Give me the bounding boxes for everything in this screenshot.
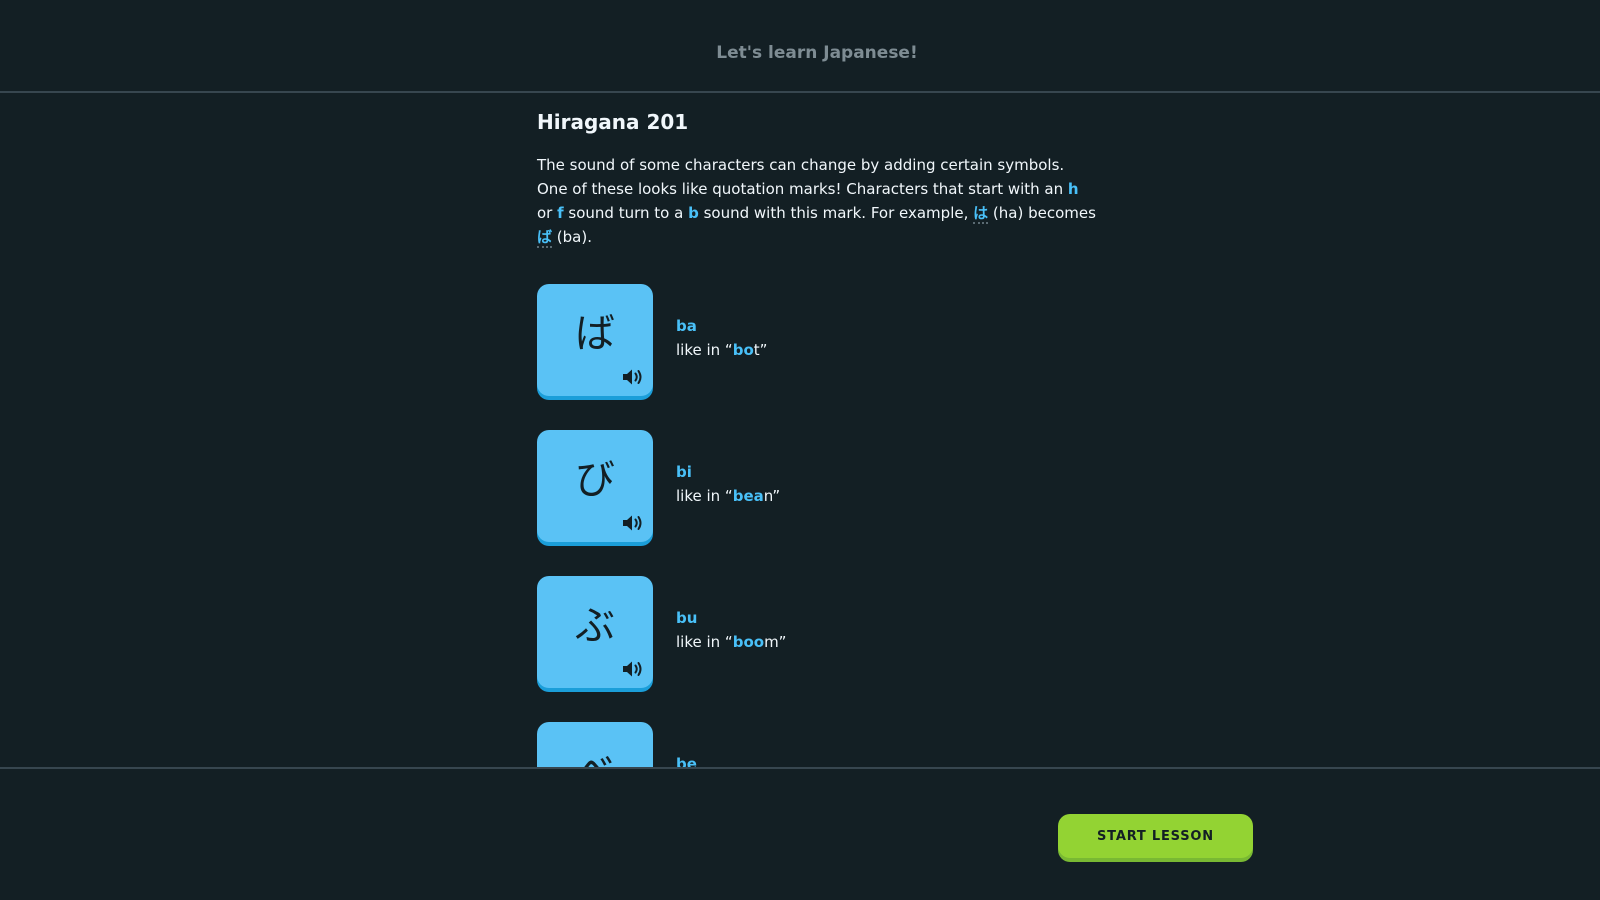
intro-text: (ba).: [552, 228, 592, 246]
example-highlight: bea: [732, 487, 764, 505]
example-text: like in “: [676, 487, 733, 505]
intro-text: (ha) becomes: [988, 204, 1096, 222]
example-text: like in “: [676, 633, 733, 651]
lesson-footer: START LESSON: [0, 767, 1600, 900]
intro-text: sound with this mark. For example,: [698, 204, 974, 222]
kana-card-ba[interactable]: ば: [537, 284, 653, 396]
romaji-label: ba: [676, 317, 697, 335]
kana-character: ば: [575, 311, 615, 357]
intro-highlight-b: b: [688, 204, 699, 222]
speaker-icon[interactable]: [621, 658, 647, 680]
example-text: n”: [763, 487, 781, 505]
romaji-label: bu: [676, 609, 698, 627]
kana-card-bu[interactable]: ぶ: [537, 576, 653, 688]
kana-character: べ: [537, 742, 653, 768]
intro-kana-ha[interactable]: は: [973, 204, 989, 224]
kana-card-be[interactable]: べ: [537, 722, 653, 768]
kana-character: ぶ: [575, 603, 615, 649]
speaker-icon[interactable]: [621, 512, 647, 534]
intro-text: The sound of some characters can change …: [537, 156, 1068, 198]
lesson-intro: The sound of some characters can change …: [537, 153, 1097, 249]
pronunciation-example: like in “bean”: [676, 487, 780, 505]
lesson-title: Hiragana 201: [537, 110, 689, 134]
example-text: t”: [753, 341, 768, 359]
page-heading: Let's learn Japanese!: [716, 42, 918, 63]
example-highlight: boo: [732, 633, 765, 651]
intro-kana-ba[interactable]: ば: [537, 228, 553, 248]
pronunciation-example: like in “boom”: [676, 633, 786, 651]
intro-text: sound turn to a: [563, 204, 689, 222]
pronunciation-example: like in “bot”: [676, 341, 767, 359]
kana-card-bi[interactable]: び: [537, 430, 653, 542]
example-text: m”: [764, 633, 787, 651]
intro-text: or: [537, 204, 558, 222]
example-highlight: bo: [732, 341, 754, 359]
example-text: like in “: [676, 341, 733, 359]
top-header: Let's learn Japanese!: [0, 0, 1600, 93]
speaker-icon[interactable]: [621, 366, 647, 388]
start-lesson-button[interactable]: START LESSON: [1058, 814, 1253, 858]
intro-highlight-h: h: [1067, 180, 1079, 198]
kana-character: び: [575, 457, 615, 503]
lesson-content[interactable]: Hiragana 201 The sound of some character…: [0, 93, 1600, 768]
romaji-label: bi: [676, 463, 692, 481]
